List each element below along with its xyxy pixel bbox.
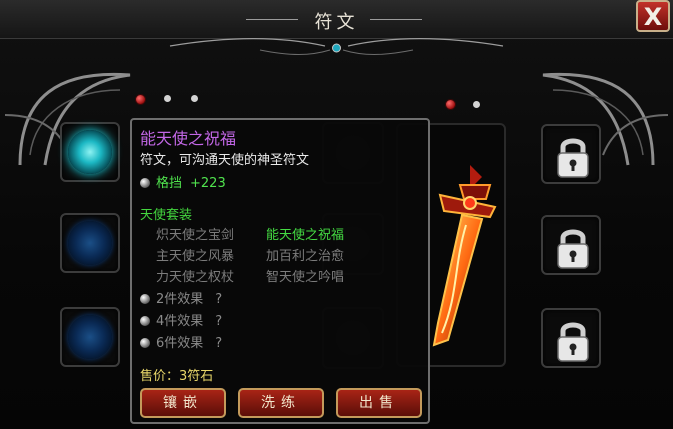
rune-name: 能天使之祝福 <box>140 129 237 148</box>
set-effect-row: 2件效果? <box>140 288 222 307</box>
stat-name: 格挡 <box>156 176 183 191</box>
inlay-button[interactable]: 镶嵌 <box>140 388 226 418</box>
padlock-icon <box>557 138 589 178</box>
page-dot-left-2[interactable] <box>164 95 171 102</box>
set-item: 炽天使之宝剑 <box>156 228 235 243</box>
effect-orb-icon <box>140 294 150 304</box>
rune-gem-icon <box>68 130 112 174</box>
rune-gem-icon <box>68 315 112 359</box>
rune-gem-icon <box>68 221 112 265</box>
set-item: 加百利之治愈 <box>266 249 345 264</box>
set-item-active: 能天使之祝福 <box>266 228 345 243</box>
set-effect-row: 4件效果? <box>140 310 222 329</box>
set-item: 主天使之风暴 <box>156 249 235 264</box>
refine-button[interactable]: 洗练 <box>238 388 324 418</box>
effect-orb-icon <box>140 316 150 326</box>
page-dot-right-2[interactable] <box>473 101 480 108</box>
effect-label: 6件效果 <box>156 336 204 351</box>
page-dot-right-1[interactable] <box>445 99 456 110</box>
set-title: 天使套装 <box>140 208 193 223</box>
set-item: 力天使之权杖 <box>156 270 235 285</box>
rune-slot-3[interactable] <box>60 307 120 367</box>
effect-value: ? <box>215 314 223 329</box>
stat-row: 格挡 +223 <box>140 172 226 191</box>
header-ornament-icon <box>169 37 504 55</box>
rune-slot-1[interactable] <box>60 122 120 182</box>
padlock-icon <box>557 229 589 269</box>
window-title: 符文 <box>314 12 359 33</box>
effect-orb-icon <box>140 338 150 348</box>
sell-button[interactable]: 出售 <box>336 388 422 418</box>
rune-window: 符文 X 能天使之祝福 符文，可沟通天使的神圣符文 格挡 +223 天使套装 炽… <box>0 0 673 429</box>
set-item: 智天使之吟唱 <box>266 270 345 285</box>
effect-label: 4件效果 <box>156 314 204 329</box>
effect-label: 2件效果 <box>156 292 204 307</box>
sell-price: 售价：3符石 <box>140 369 214 384</box>
rune-description: 符文，可沟通天使的神圣符文 <box>140 153 310 168</box>
effect-value: ? <box>215 292 223 307</box>
page-dot-left-1[interactable] <box>135 94 146 105</box>
effect-value: ? <box>215 336 223 351</box>
stat-orb-icon <box>140 178 150 188</box>
stat-value: +223 <box>190 176 226 191</box>
set-effect-row: 6件效果? <box>140 332 222 351</box>
locked-slot-1[interactable] <box>541 124 601 184</box>
rune-tooltip: 能天使之祝福 符文，可沟通天使的神圣符文 格挡 +223 天使套装 炽天使之宝剑 … <box>130 118 430 424</box>
locked-slot-2[interactable] <box>541 215 601 275</box>
page-dot-left-3[interactable] <box>191 95 198 102</box>
close-icon: X <box>643 3 663 31</box>
rune-slot-2[interactable] <box>60 213 120 273</box>
locked-slot-3[interactable] <box>541 308 601 368</box>
padlock-icon <box>557 322 589 362</box>
close-button[interactable]: X <box>636 0 670 32</box>
